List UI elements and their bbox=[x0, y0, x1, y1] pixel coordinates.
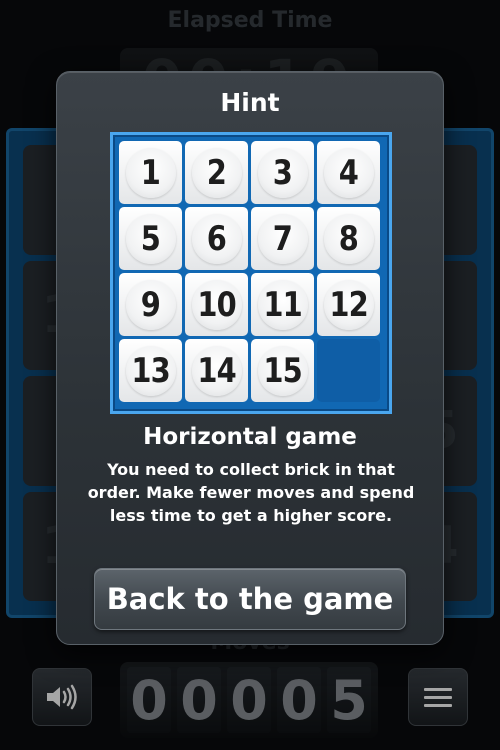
hint-tile: 2 bbox=[185, 141, 248, 204]
hint-tile: 14 bbox=[185, 339, 248, 402]
empty-slot bbox=[317, 339, 380, 402]
game-mode-title: Horizontal game bbox=[143, 424, 357, 450]
hint-description: You need to collect brick in that order.… bbox=[87, 460, 415, 525]
hint-dialog: Hint 1 2 3 4 5 6 7 8 9 10 11 12 13 14 15… bbox=[56, 71, 444, 645]
hint-tile: 15 bbox=[251, 339, 314, 402]
back-to-game-button[interactable]: Back to the game bbox=[94, 568, 406, 630]
hint-tile: 12 bbox=[317, 273, 380, 336]
hint-tile: 4 bbox=[317, 141, 380, 204]
hint-tile: 3 bbox=[251, 141, 314, 204]
hint-tile: 13 bbox=[119, 339, 182, 402]
hint-tile: 6 bbox=[185, 207, 248, 270]
hint-tile: 5 bbox=[119, 207, 182, 270]
hint-tile: 10 bbox=[185, 273, 248, 336]
hint-tile: 9 bbox=[119, 273, 182, 336]
hint-tile: 7 bbox=[251, 207, 314, 270]
hint-tile: 11 bbox=[251, 273, 314, 336]
hint-board: 1 2 3 4 5 6 7 8 9 10 11 12 13 14 15 bbox=[110, 132, 392, 414]
hint-tile: 1 bbox=[119, 141, 182, 204]
hint-tile: 8 bbox=[317, 207, 380, 270]
dialog-title: Hint bbox=[220, 88, 280, 117]
